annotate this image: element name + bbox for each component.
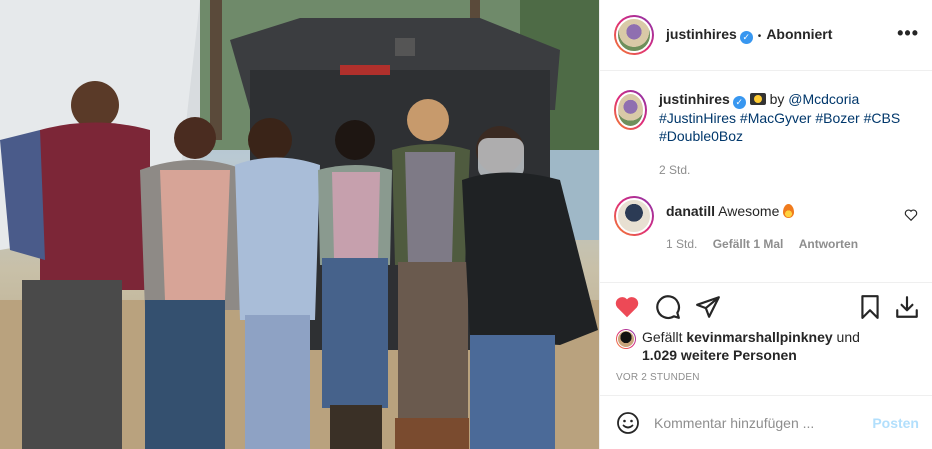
comment-reply-button[interactable]: Antworten [799, 237, 858, 251]
comment-input[interactable] [654, 414, 854, 431]
caption-by-text: by [769, 91, 785, 107]
comment-text: Awesome [718, 203, 780, 219]
group-photo-illustration [0, 0, 599, 449]
caption-mention-link[interactable]: @Mcdcoria [788, 91, 859, 107]
fire-icon [783, 204, 795, 218]
verified-badge-icon: ✓ [732, 96, 746, 109]
likes-suffix: und [836, 329, 860, 345]
post-side-panel: justinhires ✓ • Abonniert ••• justinhires ✓ … [599, 0, 932, 449]
bookmark-icon[interactable] [857, 294, 883, 320]
caption-username[interactable]: justinhires [659, 91, 730, 107]
comment-age: 1 Std. [666, 237, 698, 251]
post-caption: justinhires ✓ by @Mcdcoria #JustinHires #… [614, 90, 924, 179]
comment-heart-icon[interactable] [904, 208, 918, 222]
separator-dot: • [757, 31, 762, 42]
comment-item: danatill Awesome 1 Std. Gefällt 1 Mal An… [614, 196, 924, 253]
share-icon[interactable] [695, 294, 721, 320]
more-options-icon[interactable]: ••• [897, 24, 919, 42]
commenter-avatar[interactable] [614, 196, 654, 236]
liker-username[interactable]: kevinmarshallpinkney [686, 329, 832, 345]
post-timestamp[interactable]: VOR 2 STUNDEN [616, 372, 700, 383]
commenter-username[interactable]: danatill [666, 203, 715, 219]
likes-summary: Gefällt kevinmarshallpinkney und 1.029 w… [616, 328, 860, 364]
likes-prefix: Gefällt [642, 329, 683, 345]
author-username[interactable]: justinhires [666, 26, 737, 42]
caption-author-avatar[interactable] [614, 90, 647, 130]
author-avatar[interactable] [614, 15, 654, 55]
caption-age: 2 Std. [658, 163, 691, 177]
emoji-icon[interactable] [616, 411, 640, 435]
caption-hashtags[interactable]: #JustinHires #MacGyver #Bozer #CBS #Doub… [659, 110, 900, 144]
comment-icon[interactable] [655, 294, 681, 320]
follow-status-button[interactable]: Abonniert [766, 26, 832, 42]
instagram-post: justinhires ✓ • Abonniert ••• justinhires ✓ … [0, 0, 932, 449]
likes-others-link[interactable]: 1.029 weitere Personen [642, 347, 797, 363]
comment-composer: Posten [600, 395, 932, 449]
post-photo[interactable] [0, 0, 599, 449]
verified-badge-icon: ✓ [739, 31, 753, 44]
post-comment-button[interactable]: Posten [872, 415, 919, 431]
download-icon[interactable] [894, 294, 920, 320]
post-header: justinhires ✓ • Abonniert ••• [600, 0, 932, 71]
post-actions-bar [600, 282, 932, 334]
camera-icon [749, 93, 766, 105]
heart-icon[interactable] [614, 294, 640, 320]
comment-like-count[interactable]: Gefällt 1 Mal [713, 237, 784, 251]
liker-avatar[interactable] [616, 329, 636, 349]
